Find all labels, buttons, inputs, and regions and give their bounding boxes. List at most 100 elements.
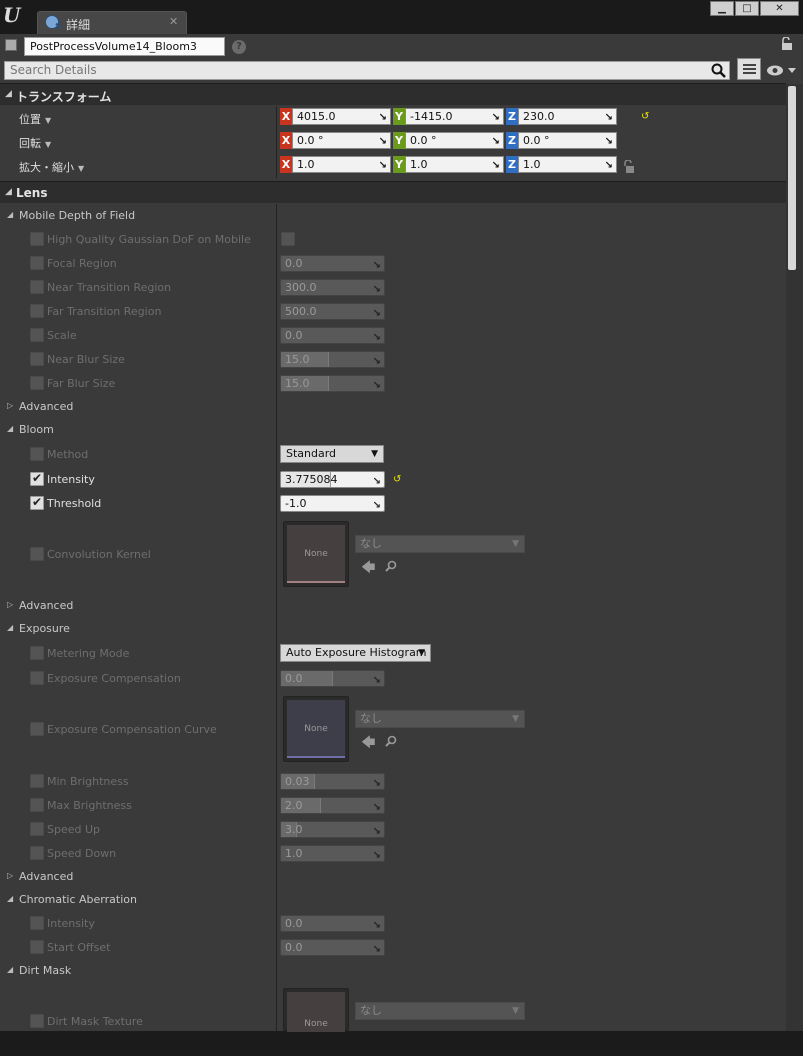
- override-checkbox[interactable]: [30, 304, 44, 318]
- rotation-label[interactable]: 回転 ▼: [19, 135, 51, 151]
- location-z-input[interactable]: 230.0 ↘: [518, 108, 617, 125]
- browse-magnifier-icon[interactable]: [385, 560, 397, 572]
- group-label: Dirt Mask: [19, 964, 72, 977]
- speed-up-slider[interactable]: 3.0 ↘: [280, 821, 385, 838]
- close-window-button[interactable]: ✕: [760, 1, 799, 16]
- group-advanced-dof[interactable]: ▷ Advanced: [0, 395, 786, 419]
- details-magnifier-icon: [45, 15, 59, 29]
- override-checkbox[interactable]: [30, 447, 44, 461]
- help-icon[interactable]: ?: [232, 40, 246, 54]
- scale-y-input[interactable]: 1.0 ↘: [405, 156, 504, 173]
- expand-triangle-icon: ◢: [5, 187, 12, 197]
- group-mobile-dof[interactable]: ◢ Mobile Depth of Field: [0, 204, 786, 228]
- rotation-y-input[interactable]: 0.0 ° ↘: [405, 132, 504, 149]
- override-checkbox[interactable]: [30, 846, 44, 860]
- search-input[interactable]: Search Details: [4, 61, 730, 80]
- near-transition-input[interactable]: 300.0 ↘: [280, 279, 385, 296]
- maximize-button[interactable]: □: [735, 1, 759, 16]
- override-checkbox[interactable]: [30, 722, 44, 736]
- group-chromatic-aberration[interactable]: ◢ Chromatic Aberration: [0, 888, 786, 912]
- rotation-z-input[interactable]: 0.0 ° ↘: [518, 132, 617, 149]
- scale-label[interactable]: 拡大・縮小 ▼: [19, 159, 84, 175]
- scale-z-input[interactable]: 1.0 ↘: [518, 156, 617, 173]
- use-selected-arrow-icon[interactable]: 🡄: [361, 732, 375, 756]
- kernel-thumbnail[interactable]: None: [283, 521, 349, 587]
- override-checkbox[interactable]: [30, 798, 44, 812]
- override-checkbox[interactable]: [30, 256, 44, 270]
- group-exposure[interactable]: ◢ Exposure: [0, 617, 786, 641]
- reset-to-default-icon[interactable]: ↺: [393, 475, 403, 485]
- collapse-triangle-icon: ◢: [7, 210, 14, 219]
- view-options-eye-icon[interactable]: [766, 64, 798, 77]
- kernel-asset-picker[interactable]: なし ▼: [355, 535, 525, 553]
- expand-triangle-icon: ▷: [7, 600, 14, 609]
- exposure-compensation-slider[interactable]: 0.0 ↘: [280, 670, 385, 687]
- near-blur-slider[interactable]: 15.0 ↘: [280, 351, 385, 368]
- group-dirt-mask[interactable]: ◢ Dirt Mask: [0, 959, 786, 983]
- tab-details[interactable]: 詳細 ✕: [37, 11, 187, 34]
- x-axis-label: X: [280, 108, 292, 125]
- curve-thumbnail[interactable]: None: [283, 696, 349, 762]
- category-transform[interactable]: ◢ トランスフォーム: [0, 83, 786, 105]
- use-selected-arrow-icon[interactable]: 🡄: [361, 557, 375, 581]
- override-checkbox[interactable]: [30, 232, 44, 246]
- scale-input[interactable]: 0.0 ↘: [280, 327, 385, 344]
- max-brightness-slider[interactable]: 2.0 ↘: [280, 797, 385, 814]
- override-checkbox[interactable]: [30, 940, 44, 954]
- speed-down-input[interactable]: 1.0 ↘: [280, 845, 385, 862]
- override-checkbox[interactable]: [30, 471, 44, 486]
- scale-lock-icon[interactable]: [623, 160, 635, 174]
- far-transition-input[interactable]: 500.0 ↘: [280, 303, 385, 320]
- property-far-transition: Far Transition Region 500.0 ↘: [0, 300, 786, 324]
- metering-mode-dropdown[interactable]: Auto Exposure Histogram ▼: [280, 644, 431, 662]
- z-axis-label: Z: [506, 108, 518, 125]
- min-brightness-slider[interactable]: 0.03 ↘: [280, 773, 385, 790]
- override-checkbox[interactable]: [30, 280, 44, 294]
- override-checkbox[interactable]: [30, 822, 44, 836]
- curve-asset-picker[interactable]: なし ▼: [355, 710, 525, 728]
- lock-icon[interactable]: [781, 37, 793, 51]
- location-x-input[interactable]: 4015.0 ↘: [292, 108, 391, 125]
- reset-to-default-icon[interactable]: ↺: [641, 112, 651, 122]
- bloom-intensity-slider[interactable]: 3.775084 ↘: [280, 471, 385, 488]
- override-checkbox[interactable]: [30, 547, 44, 561]
- value-checkbox[interactable]: [281, 232, 295, 246]
- property-exposure-compensation: Exposure Compensation 0.0 ↘: [0, 667, 786, 691]
- tab-close-icon[interactable]: ✕: [169, 15, 178, 28]
- override-checkbox[interactable]: [30, 646, 44, 660]
- location-label[interactable]: 位置 ▼: [19, 111, 51, 127]
- override-checkbox[interactable]: [30, 774, 44, 788]
- override-checkbox[interactable]: [30, 495, 44, 510]
- ca-start-offset-input[interactable]: 0.0 ↘: [280, 939, 385, 956]
- override-checkbox[interactable]: [30, 671, 44, 685]
- browse-magnifier-icon[interactable]: [385, 735, 397, 747]
- scale-x-input[interactable]: 1.0 ↘: [292, 156, 391, 173]
- override-checkbox[interactable]: [30, 328, 44, 342]
- location-y-input[interactable]: -1415.0 ↘: [405, 108, 504, 125]
- override-checkbox[interactable]: [30, 352, 44, 366]
- property-label: Dirt Mask Texture: [47, 1015, 143, 1028]
- group-bloom[interactable]: ◢ Bloom: [0, 418, 786, 442]
- category-lens[interactable]: ◢ Lens: [0, 181, 786, 203]
- property-dirt-mask-texture: Dirt Mask Texture: [0, 1010, 786, 1031]
- scrollbar-thumb[interactable]: [788, 86, 796, 270]
- rotation-x-input[interactable]: 0.0 ° ↘: [292, 132, 391, 149]
- tab-title: 詳細: [66, 18, 91, 32]
- bloom-method-dropdown[interactable]: Standard ▼: [280, 445, 384, 463]
- search-icon[interactable]: [711, 63, 726, 78]
- group-advanced-bloom[interactable]: ▷ Advanced: [0, 594, 786, 618]
- focal-region-input[interactable]: 0.0 ↘: [280, 255, 385, 272]
- override-checkbox[interactable]: [30, 1014, 44, 1028]
- property-hq-gaussian-dof: High Quality Gaussian DoF on Mobile: [0, 228, 786, 252]
- bloom-threshold-input[interactable]: -1.0 ↘: [280, 495, 385, 512]
- property-max-brightness: Max Brightness 2.0 ↘: [0, 794, 786, 818]
- far-blur-slider[interactable]: 15.0 ↘: [280, 375, 385, 392]
- object-name-field[interactable]: PostProcessVolume14_Bloom3: [24, 37, 225, 56]
- group-advanced-exposure[interactable]: ▷ Advanced: [0, 865, 786, 889]
- override-checkbox[interactable]: [30, 376, 44, 390]
- override-checkbox[interactable]: [30, 916, 44, 930]
- expand-triangle-icon: ▷: [7, 871, 14, 880]
- ca-intensity-input[interactable]: 0.0 ↘: [280, 915, 385, 932]
- property-matrix-button[interactable]: [737, 58, 761, 80]
- minimize-button[interactable]: ▁: [710, 1, 734, 16]
